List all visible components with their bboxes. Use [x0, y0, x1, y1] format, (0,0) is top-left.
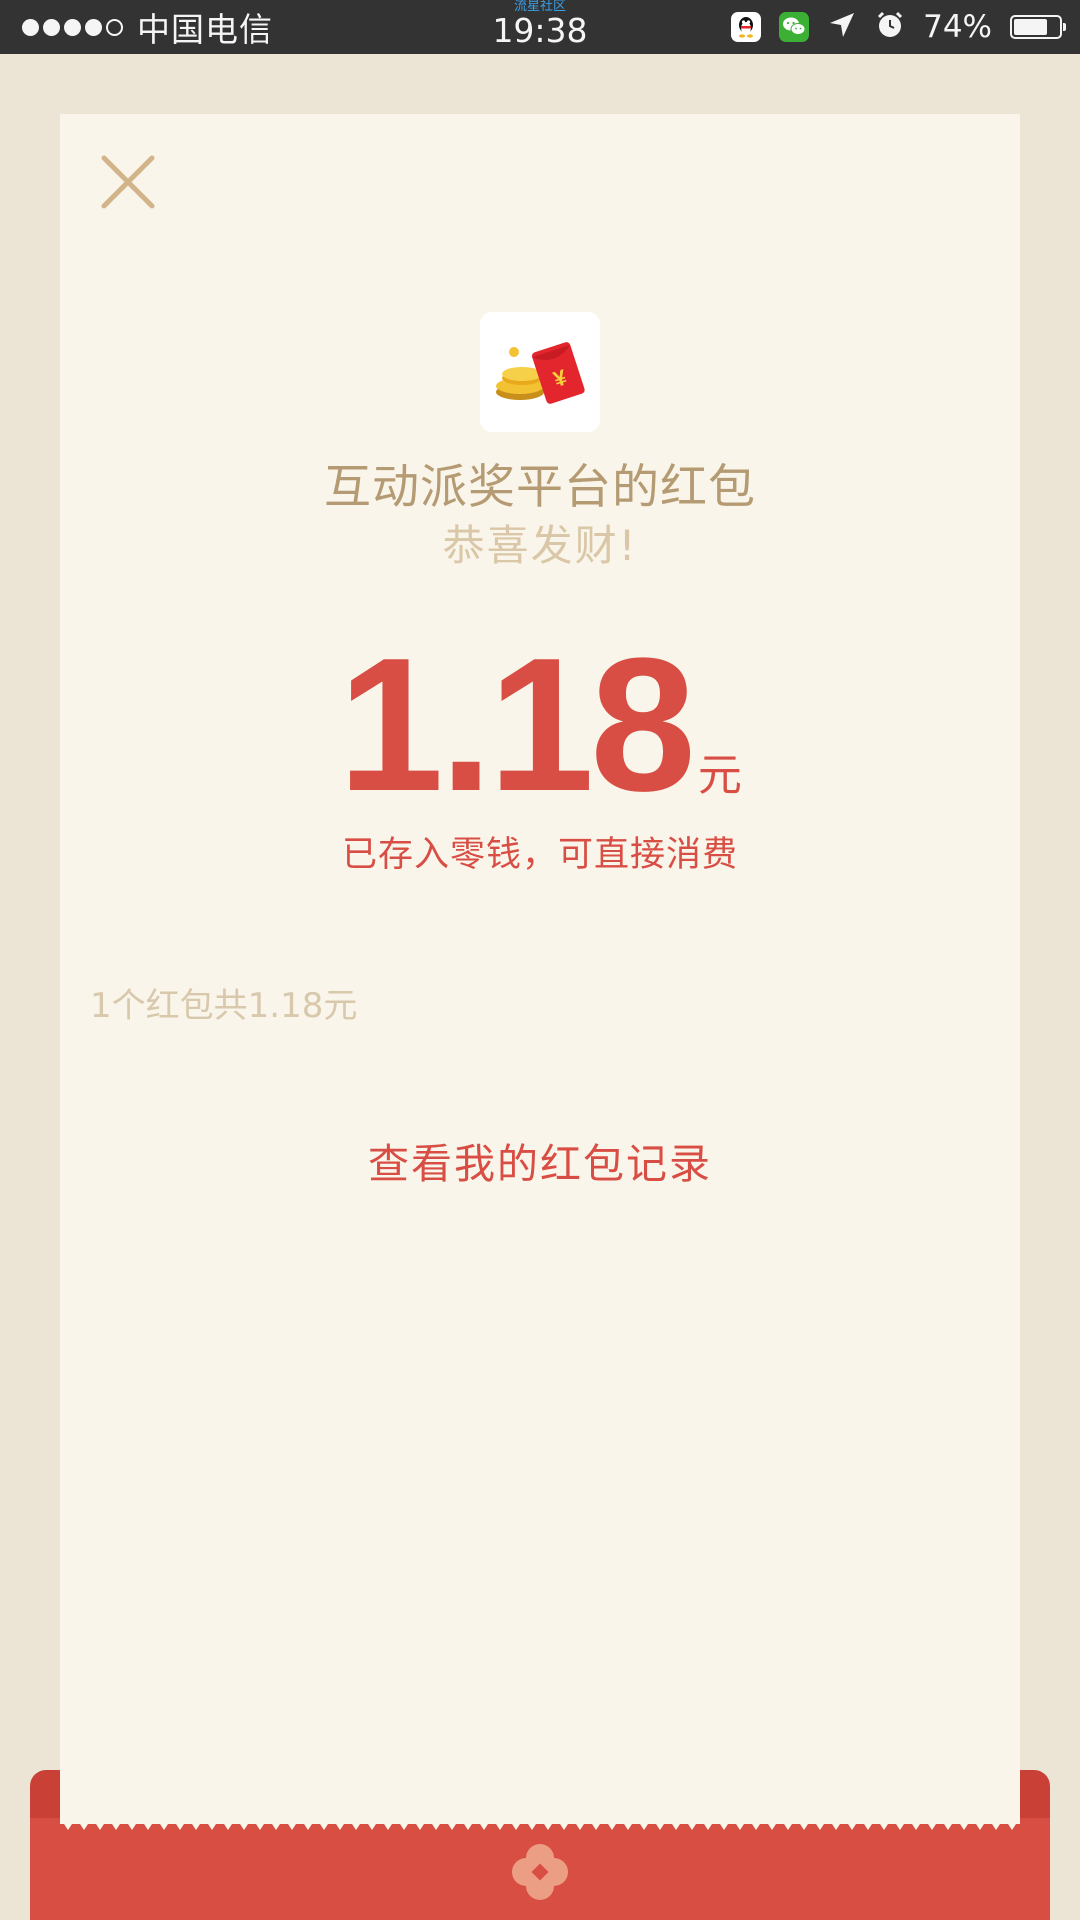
red-packet-coins-logo: ¥ [480, 312, 600, 432]
wechat-icon [779, 12, 810, 42]
greeting-message: 恭喜发财! [442, 521, 638, 570]
carrier-name: 中国电信 [137, 10, 273, 49]
location-arrow-icon [827, 10, 857, 44]
status-bar-right: 74% [731, 0, 1066, 54]
close-icon [101, 155, 155, 209]
alarm-clock-icon [875, 10, 905, 44]
status-bar-center: 流星社区 19:38 [440, 0, 640, 54]
battery-percentage: 74% [923, 9, 992, 45]
status-bar: 中国电信 流星社区 19:38 74% [0, 0, 1080, 54]
amount-display: 1.18 元 [60, 630, 1020, 820]
battery-icon [1010, 15, 1066, 39]
signal-strength-icon [22, 18, 123, 36]
card-zigzag-edge [60, 1818, 1020, 1830]
view-history-link[interactable]: 查看我的红包记录 [60, 1130, 1020, 1190]
qq-icon [731, 12, 762, 42]
amount-value: 1.18 [338, 619, 696, 831]
sender-title: 互动派奖平台的红包 [324, 460, 756, 515]
amount-unit: 元 [697, 750, 742, 801]
status-bar-left: 中国电信 [22, 0, 273, 54]
packet-summary: 1个红包共1.18元 [90, 986, 358, 1026]
stored-to-wallet-note: 已存入零钱，可直接消费 [341, 835, 738, 875]
flower-seal-icon [512, 1844, 568, 1900]
close-button[interactable] [98, 152, 158, 212]
status-clock: 19:38 [492, 11, 588, 50]
